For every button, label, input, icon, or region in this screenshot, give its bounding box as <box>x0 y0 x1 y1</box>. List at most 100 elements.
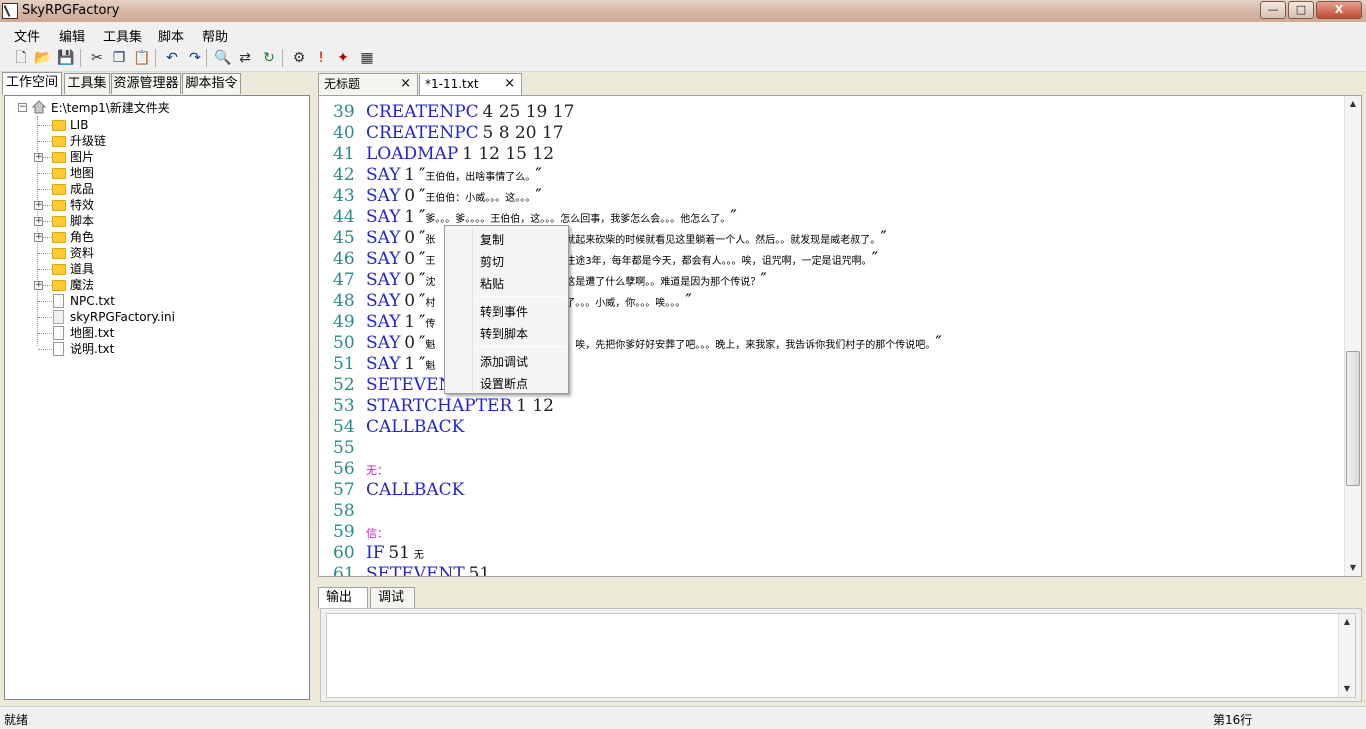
tab-toolset[interactable]: 工具集 <box>64 73 110 94</box>
debug-icon[interactable]: ✦ <box>334 49 352 67</box>
menu-paste[interactable]: 粘贴 <box>480 275 504 292</box>
menu-copy[interactable]: 复制 <box>480 231 504 248</box>
expand-toggle[interactable]: + <box>34 201 43 210</box>
tree-item[interactable]: 角色 <box>70 229 94 245</box>
output-text-area[interactable]: ▲ ▼ <box>326 613 1356 698</box>
status-line-number: 第16行 <box>1213 713 1253 727</box>
workspace-tree: − E:\temp1\新建文件夹 LIB 升级链 + 图片 地图 成品 + 特效 + 脚本 + 角色资… <box>4 95 310 700</box>
calendar-icon[interactable]: ▦ <box>358 49 376 67</box>
code-args: 0 <box>404 270 416 290</box>
tree-item[interactable]: 地图 <box>70 165 94 181</box>
menu-file[interactable]: 文件 <box>14 26 40 45</box>
expand-toggle[interactable]: + <box>34 281 43 290</box>
new-file-icon[interactable]: 🗋 <box>12 49 30 67</box>
tree-item[interactable]: 道具 <box>70 261 94 277</box>
expand-toggle[interactable]: + <box>34 217 43 226</box>
copy-icon[interactable]: ❐ <box>110 49 128 67</box>
app-icon <box>2 3 18 19</box>
tab-untitled[interactable]: 无标题 × <box>318 73 418 95</box>
close-tab-1-11-txt-icon[interactable]: × <box>504 74 515 94</box>
tab-debug[interactable]: 调试 <box>370 587 415 609</box>
expand-toggle[interactable]: + <box>34 153 43 162</box>
line-number: 59 <box>333 522 355 542</box>
tree-item[interactable]: 升级链 <box>70 133 106 149</box>
close-tab-untitled-icon[interactable]: × <box>400 74 411 94</box>
minimize-button[interactable]: — <box>1260 1 1286 19</box>
find-icon[interactable]: 🔍 <box>214 49 232 67</box>
tree-item[interactable]: LIB <box>70 117 88 133</box>
save-icon[interactable]: 💾 <box>57 49 75 67</box>
expand-toggle[interactable]: + <box>34 233 43 242</box>
paste-icon[interactable]: 📋 <box>133 49 151 67</box>
tree-item[interactable]: 资料 <box>70 245 94 261</box>
tab-output[interactable]: 输出 <box>318 587 368 609</box>
menu-add-debug[interactable]: 添加调试 <box>480 353 528 370</box>
undo-icon[interactable]: ↶ <box>163 49 181 67</box>
output-scroll-down-icon[interactable]: ▼ <box>1339 681 1355 697</box>
code-args: 0 <box>404 333 416 353</box>
tab-1-11-txt-label: *1-11.txt <box>425 77 479 91</box>
tab-1-11-txt[interactable]: *1-11.txt × <box>419 73 522 95</box>
line-number: 44 <box>333 207 355 227</box>
output-scroll-up-icon[interactable]: ▲ <box>1339 614 1355 630</box>
window-title: SkyRPGFactory <box>22 3 120 18</box>
menu-toolset[interactable]: 工具集 <box>103 26 142 45</box>
tree-item[interactable]: 说明.txt <box>70 341 114 357</box>
tree-item[interactable]: 特效 <box>70 197 94 213</box>
error-icon[interactable]: ! <box>312 49 330 67</box>
code-string: 王伯伯：小威。。。这。。。 <box>425 193 536 204</box>
cut-icon[interactable]: ✂ <box>88 49 106 67</box>
folder-icon <box>52 184 66 195</box>
tree-item[interactable]: NPC.txt <box>70 293 115 309</box>
code-keyword: SAY <box>366 207 401 227</box>
collapse-root-toggle[interactable]: − <box>18 103 27 112</box>
menu-set-breakpoint[interactable]: 设置断点 <box>480 375 528 392</box>
line-number: 53 <box>333 396 355 416</box>
tab-resource-manager[interactable]: 资源管理器 <box>111 73 181 94</box>
tab-script-commands[interactable]: 脚本指令 <box>182 73 241 94</box>
code-keyword: CREATENPC <box>366 123 479 143</box>
line-number: 51 <box>333 354 355 374</box>
code-keyword: SAY <box>366 333 401 353</box>
code-string: 沈 <box>425 277 436 288</box>
label-text: 信： <box>366 527 388 540</box>
line-number: 49 <box>333 312 355 332</box>
code-line: 50 SAY 0 ″魁 。唉，先把你爹好好安葬了吧。。。晚上，来我家，我告诉你我们村… <box>333 333 942 353</box>
tree-root-label[interactable]: E:\temp1\新建文件夹 <box>51 100 170 116</box>
close-button[interactable]: X <box>1316 1 1362 19</box>
tree-item[interactable]: 图片 <box>70 149 94 165</box>
tree-item[interactable]: 魔法 <box>70 277 94 293</box>
line-number: 47 <box>333 270 355 290</box>
code-line: 60 IF 51 无 <box>333 543 424 564</box>
menu-help[interactable]: 帮助 <box>202 26 228 45</box>
menu-cut[interactable]: 剪切 <box>480 253 504 270</box>
open-folder-icon[interactable]: 📂 <box>34 49 52 67</box>
replace-icon[interactable]: ⇄ <box>236 49 254 67</box>
file-icon <box>53 326 64 340</box>
redo-icon[interactable]: ↷ <box>186 49 204 67</box>
line-number: 60 <box>333 543 355 563</box>
scroll-thumb[interactable] <box>1346 351 1360 486</box>
tab-workspace[interactable]: 工作空间 <box>2 72 62 95</box>
scroll-down-icon[interactable]: ▼ <box>1345 560 1361 576</box>
tree-item[interactable]: 地图.txt <box>70 325 114 341</box>
menu-goto-event[interactable]: 转到事件 <box>480 303 528 320</box>
code-line: 55 <box>333 438 366 459</box>
file-icon <box>53 294 64 308</box>
code-keyword: STARTCHAPTER <box>366 396 513 416</box>
maximize-button[interactable]: □ <box>1288 1 1314 19</box>
code-args: 0 <box>404 291 416 311</box>
tree-item[interactable]: 脚本 <box>70 213 94 229</box>
menu-goto-script[interactable]: 转到脚本 <box>480 325 528 342</box>
tree-item[interactable]: 成品 <box>70 181 94 197</box>
menu-edit[interactable]: 编辑 <box>59 26 85 45</box>
output-vertical-scrollbar[interactable]: ▲ ▼ <box>1338 614 1355 697</box>
editor-vertical-scrollbar[interactable]: ▲ ▼ <box>1344 96 1361 576</box>
compile-icon[interactable]: ⚙ <box>290 49 308 67</box>
code-line: 54 CALLBACK <box>333 417 464 438</box>
menu-script[interactable]: 脚本 <box>158 26 184 45</box>
refresh-icon[interactable]: ↻ <box>260 49 278 67</box>
tree-item[interactable]: skyRPGFactory.ini <box>70 309 175 325</box>
line-number: 58 <box>333 501 355 521</box>
scroll-up-icon[interactable]: ▲ <box>1345 96 1361 112</box>
